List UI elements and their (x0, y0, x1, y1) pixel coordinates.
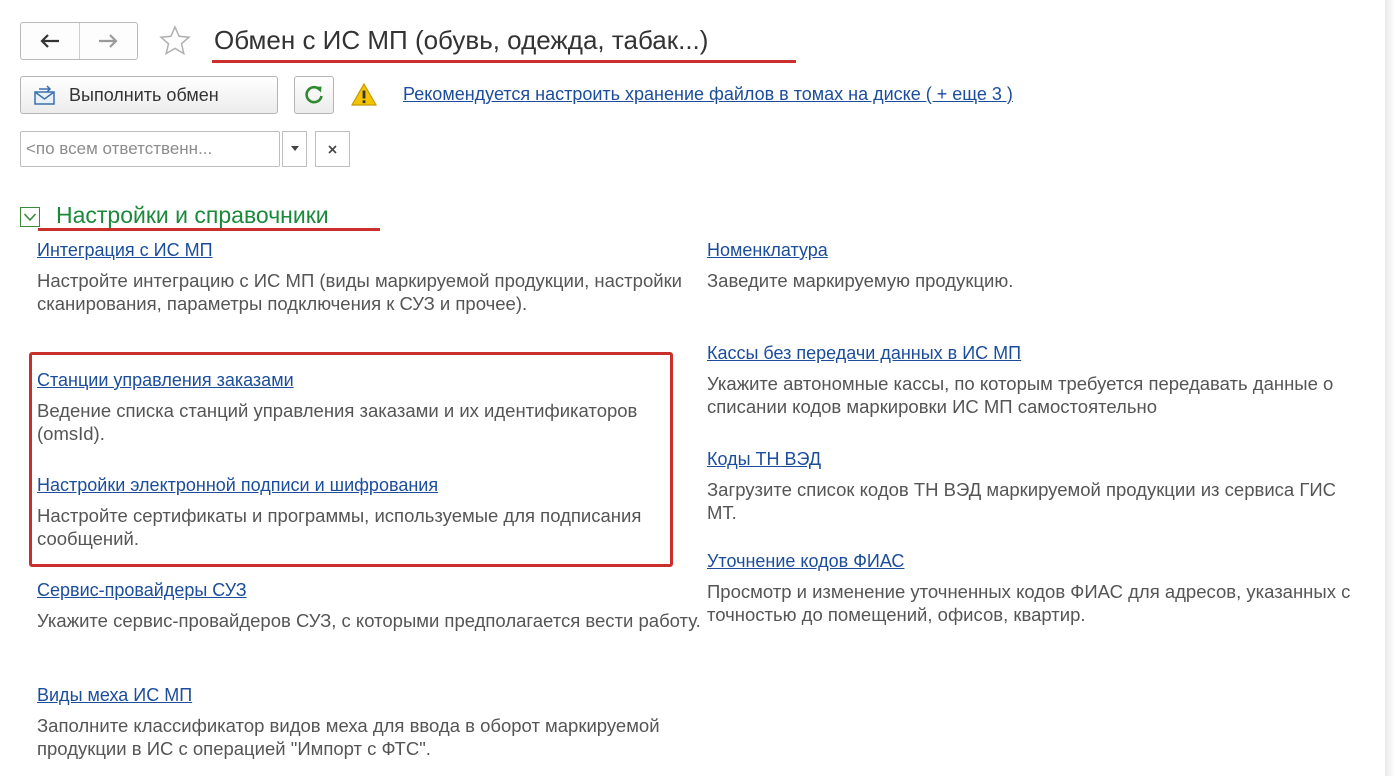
list-item: Виды меха ИС МП Заполните классификатор … (37, 684, 697, 760)
list-item: Номенклатура Заведите маркируемую продук… (707, 239, 1367, 292)
item-link-nomenclature[interactable]: Номенклатура (707, 239, 1367, 261)
run-exchange-button[interactable]: Выполнить обмен (20, 76, 278, 114)
section-collapse-toggle[interactable] (20, 207, 40, 227)
item-link-tnved-codes[interactable]: Коды ТН ВЭД (707, 448, 1347, 470)
chevron-down-icon (290, 146, 299, 151)
item-link-fur-types[interactable]: Виды меха ИС МП (37, 684, 697, 706)
file-storage-warning-link[interactable]: Рекомендуется настроить хранение файлов … (403, 84, 1013, 105)
close-icon (328, 144, 337, 154)
item-description: Загрузите список кодов ТН ВЭД маркируемо… (707, 479, 1337, 523)
refresh-icon (305, 85, 323, 104)
title-annotation-underline (212, 60, 796, 63)
list-item: Интеграция с ИС МП Настройте интеграцию … (37, 239, 687, 315)
item-description: Настройте интеграцию с ИС МП (виды марки… (37, 270, 682, 314)
list-item: Уточнение кодов ФИАС Просмотр и изменени… (707, 550, 1372, 626)
item-link-offline-registers[interactable]: Кассы без передачи данных в ИС МП (707, 342, 1372, 364)
back-button[interactable] (21, 23, 79, 59)
star-icon[interactable] (159, 25, 191, 57)
item-description: Заведите маркируемую продукцию. (707, 270, 1014, 291)
item-description: Укажите сервис-провайдеров СУЗ, с которы… (37, 610, 701, 631)
page-title: Обмен с ИС МП (обувь, одежда, табак...) (214, 25, 709, 55)
navigation-buttons (20, 22, 138, 60)
item-description: Укажите автономные кассы, по которым тре… (707, 373, 1334, 417)
list-item: Сервис-провайдеры СУЗ Укажите сервис-про… (37, 579, 702, 632)
exchange-envelope-icon (34, 85, 55, 105)
item-link-fias-codes[interactable]: Уточнение кодов ФИАС (707, 550, 1372, 572)
responsible-dropdown-button[interactable] (282, 131, 307, 167)
item-link-service-providers[interactable]: Сервис-провайдеры СУЗ (37, 579, 702, 601)
annotation-highlight-box (29, 352, 673, 567)
arrow-right-icon (99, 34, 118, 48)
item-description: Заполните классификатор видов меха для в… (37, 715, 660, 759)
item-link-integration[interactable]: Интеграция с ИС МП (37, 239, 687, 261)
list-item: Коды ТН ВЭД Загрузите список кодов ТН ВЭ… (707, 448, 1347, 524)
window-edge-shadow (1385, 0, 1394, 776)
section-title: Настройки и справочники (56, 202, 329, 228)
forward-button[interactable] (78, 23, 138, 59)
warning-icon (350, 82, 378, 106)
form-window: Обмен с ИС МП (обувь, одежда, табак...) … (0, 0, 1385, 776)
run-exchange-label: Выполнить обмен (69, 84, 219, 105)
responsible-clear-button[interactable] (315, 131, 350, 167)
refresh-button[interactable] (294, 76, 334, 114)
chevron-down-icon (23, 213, 37, 222)
list-item: Кассы без передачи данных в ИС МП Укажит… (707, 342, 1372, 418)
arrow-left-icon (40, 34, 59, 48)
section-annotation-underline (38, 228, 380, 231)
responsible-filter-field[interactable]: <по всем ответственн... (20, 131, 280, 167)
item-description: Просмотр и изменение уточненных кодов ФИ… (707, 581, 1351, 625)
